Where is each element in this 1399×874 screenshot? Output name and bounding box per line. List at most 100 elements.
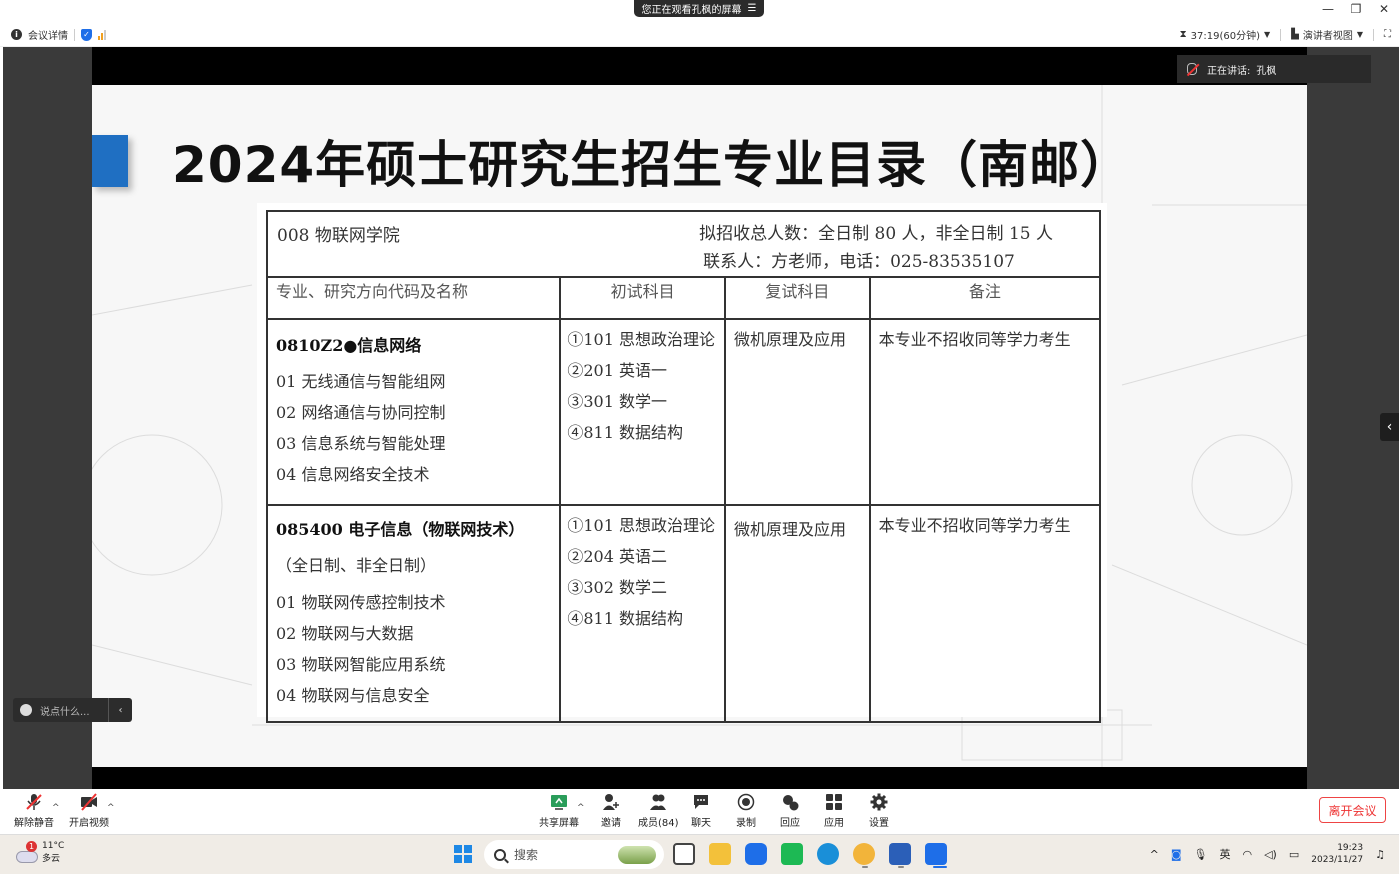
browser-alt-icon[interactable] (853, 843, 875, 865)
mic-muted-icon (1187, 63, 1197, 75)
direction-item: 04 物联网与信息安全 (276, 686, 430, 705)
running-indicator (898, 866, 904, 868)
settings-button[interactable]: 设置 (869, 793, 889, 829)
retest-subject: 微机原理及应用 (734, 520, 847, 539)
signal-strength-icon[interactable] (98, 29, 106, 40)
wifi-icon[interactable]: ◠ (1242, 848, 1252, 861)
fullscreen-icon[interactable]: ⛶ (1384, 29, 1391, 40)
react-button[interactable]: 回应 (780, 793, 800, 829)
chevron-down-icon[interactable]: ▼ (1357, 30, 1363, 39)
note-cell: 本专业不招收同等学力考生 (868, 504, 1102, 723)
ime-indicator[interactable]: 英 (1219, 846, 1230, 862)
chat-label: 聊天 (691, 818, 711, 829)
invite-button[interactable]: 邀请 (601, 793, 621, 829)
close-icon[interactable]: ✕ (1377, 2, 1391, 16)
start-video-label: 开启视频 (69, 818, 109, 829)
slide-letterbox-bottom (92, 767, 1307, 789)
chat-bubble-icon (694, 795, 708, 809)
note-text: 本专业不招收同等学力考生 (878, 330, 1071, 349)
note-text: 本专业不招收同等学力考生 (878, 516, 1071, 535)
file-explorer-icon[interactable] (709, 843, 731, 865)
active-indicator (933, 866, 947, 868)
divider (1280, 28, 1282, 41)
recruit-contact: 联系人：方老师，电话：025-83535107 (703, 252, 1015, 272)
chevron-up-icon[interactable]: ^ (1150, 848, 1159, 861)
messaging-app-icon[interactable] (781, 843, 803, 865)
microphone-icon[interactable]: 🎙 (1194, 848, 1208, 861)
chevron-up-icon[interactable]: ^ (52, 803, 60, 813)
notification-bell-icon[interactable]: ♫ (1375, 848, 1385, 861)
meeting-app-icon[interactable] (925, 843, 947, 865)
minimize-icon[interactable]: — (1321, 2, 1335, 16)
volume-icon[interactable]: ◁) (1264, 848, 1277, 861)
apps-button[interactable]: 应用 (824, 793, 844, 829)
speaker-name: 孔枫 (1256, 65, 1277, 77)
word-icon[interactable] (889, 843, 911, 865)
direction-item: 03 物联网智能应用系统 (276, 655, 446, 674)
cloud-sync-icon[interactable]: ◙ (1171, 848, 1182, 861)
settings-label: 设置 (869, 818, 889, 829)
members-button[interactable]: 成员(84) (638, 793, 679, 829)
quick-chat-input[interactable]: 说点什么... ‹ (13, 698, 132, 722)
column-header: 初试科目 (559, 276, 727, 320)
camera-off-icon (81, 793, 97, 811)
collapse-chat-button[interactable]: ‹ (108, 698, 132, 722)
slide-letterbox-top (92, 47, 1307, 85)
clock[interactable]: 19:23 2023/11/27 (1311, 842, 1363, 866)
meeting-timer[interactable]: ⧗ 37:19(60分钟) ▼ (1180, 27, 1271, 42)
major-cell: 0810Z2●信息网络 01 无线通信与智能组网 02 网络通信与协同控制 03… (265, 318, 562, 506)
cloud-icon: 1 (14, 840, 38, 863)
slide-title: 2024年硕士研究生招生专业目录（南邮） (172, 136, 1132, 194)
emoji-icon[interactable] (20, 704, 32, 716)
note-cell: 本专业不招收同等学力考生 (868, 318, 1102, 506)
watching-text: 您正在观看孔枫的屏幕 (641, 5, 742, 16)
chevron-down-icon[interactable]: ▼ (1264, 30, 1270, 39)
title-accent-block (92, 135, 128, 187)
add-user-icon (603, 794, 619, 810)
mic-off-icon (26, 794, 42, 810)
share-screen-button[interactable]: 共享屏幕 (539, 793, 579, 829)
info-right-group: ⧗ 37:19(60分钟) ▼ ▙ 演讲者视图 ▼ ⛶ (1180, 27, 1391, 42)
exam-subject: ②201 英语一 (567, 361, 667, 380)
timer-text: 37:19(60分钟) (1190, 31, 1260, 42)
retest-cell: 微机原理及应用 (724, 504, 871, 723)
meeting-details-link[interactable]: 会议详情 (28, 27, 68, 42)
browser-icon[interactable] (817, 843, 839, 865)
chevron-up-icon[interactable]: ^ (577, 803, 585, 813)
sidebar-expand-button[interactable]: ‹ (1380, 413, 1399, 441)
layout-icon: ▙ (1291, 29, 1299, 40)
column-header: 专业、研究方向代码及名称 (265, 276, 562, 320)
direction-item: 02 物联网与大数据 (276, 624, 414, 643)
security-shield-icon[interactable]: ✓ (81, 28, 92, 41)
record-icon (737, 793, 755, 811)
chat-button[interactable]: 聊天 (691, 793, 711, 829)
temperature: 11°C (42, 841, 65, 851)
unmute-label: 解除静音 (14, 818, 54, 829)
unmute-button[interactable]: 解除静音 (14, 793, 54, 829)
menu-icon[interactable]: ☰ (748, 3, 757, 14)
taskbar-search[interactable]: 搜索 (484, 840, 664, 869)
react-label: 回应 (780, 818, 800, 829)
catalog-table-card: 008 物联网学院 拟招收总人数：全日制 80 人，非全日制 15 人 联系人：… (257, 203, 1107, 723)
direction-item: 01 无线通信与智能组网 (276, 372, 446, 391)
task-view-icon[interactable] (673, 843, 695, 865)
direction-item: 04 信息网络安全技术 (276, 465, 430, 484)
major-title: 085400 电子信息（物联网技术） (276, 520, 525, 539)
screen-share-indicator[interactable]: 您正在观看孔枫的屏幕 ☰ (634, 0, 764, 17)
battery-icon[interactable]: ▭ (1289, 848, 1299, 861)
windows-start-icon[interactable] (454, 845, 472, 863)
catalog-table: 008 物联网学院 拟招收总人数：全日制 80 人，非全日制 15 人 联系人：… (265, 210, 1102, 723)
security-app-icon[interactable] (745, 843, 767, 865)
apps-label: 应用 (824, 818, 844, 829)
weather-widget[interactable]: 1 11°C 多云 (14, 840, 65, 864)
major-study-mode: （全日制、非全日制） (276, 556, 437, 575)
shared-slide: 2024年硕士研究生招生专业目录（南邮） 008 物联网学院 拟招收总人数：全日… (92, 85, 1307, 767)
system-tray: ^ ◙ 🎙 英 ◠ ◁) ▭ 19:23 2023/11/27 ♫ (1150, 842, 1385, 866)
leave-meeting-button[interactable]: 离开会议 (1319, 797, 1386, 823)
start-video-button[interactable]: 开启视频 (69, 793, 109, 829)
record-button[interactable]: 录制 (736, 793, 756, 829)
view-mode-dropdown[interactable]: ▙ 演讲者视图 ▼ (1291, 27, 1363, 42)
info-icon[interactable]: i (11, 29, 22, 40)
restore-icon[interactable]: ❐ (1349, 2, 1363, 16)
chevron-up-icon[interactable]: ^ (107, 803, 115, 813)
